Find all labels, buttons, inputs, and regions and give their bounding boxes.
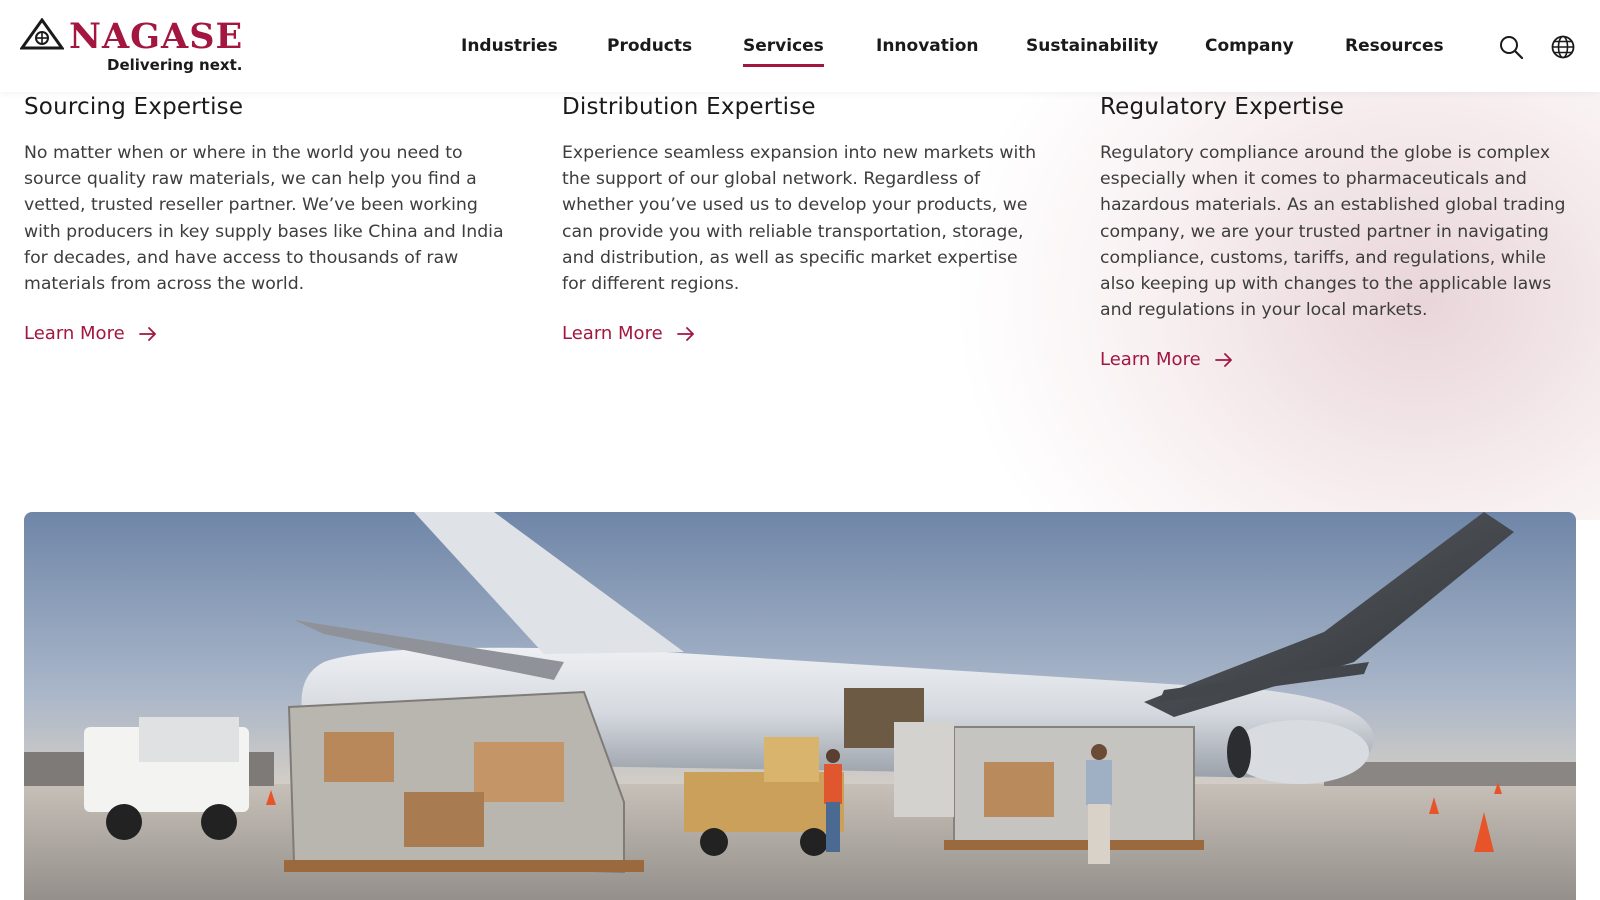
learn-more-link[interactable]: Learn More [1100,349,1233,370]
globe-icon[interactable] [1550,34,1576,60]
section-body: Experience seamless expansion into new m… [562,143,1037,295]
distribution-expertise-section: Distribution Expertise Experience seamle… [562,94,1042,344]
sourcing-expertise-section: Sourcing Expertise No matter when or whe… [24,94,504,344]
regulatory-expertise-section: Regulatory Expertise Regulatory complian… [1100,94,1580,370]
learn-more-label: Learn More [562,323,663,345]
arrow-right-icon [138,326,156,341]
nav-item-resources[interactable]: Resources [1345,36,1444,56]
learn-more-label: Learn More [24,323,125,345]
search-icon[interactable] [1498,34,1524,60]
main-nav: Industries Products Services Innovation … [0,0,1600,92]
section-title: Distribution Expertise [562,94,816,120]
section-body: Regulatory compliance around the globe i… [1100,143,1566,321]
learn-more-label: Learn More [1100,349,1201,371]
section-body: No matter when or where in the world you… [24,143,504,295]
site-header: NAGASE Delivering next. Industries Produ… [0,0,1600,92]
arrow-right-icon [1214,353,1232,367]
nav-item-company[interactable]: Company [1205,36,1294,56]
learn-more-link[interactable]: Learn More [24,323,157,344]
cargo-airplane-loading-image [24,512,1576,900]
learn-more-link[interactable]: Learn More [562,323,695,344]
section-title: Regulatory Expertise [1100,94,1345,120]
section-title: Sourcing Expertise [24,94,244,120]
nav-item-sustainability[interactable]: Sustainability [1026,36,1158,56]
arrow-right-icon [676,326,694,341]
nav-item-innovation[interactable]: Innovation [876,36,979,56]
nav-item-industries[interactable]: Industries [461,36,558,56]
nav-item-services[interactable]: Services [743,36,824,67]
nav-item-products[interactable]: Products [607,36,692,56]
